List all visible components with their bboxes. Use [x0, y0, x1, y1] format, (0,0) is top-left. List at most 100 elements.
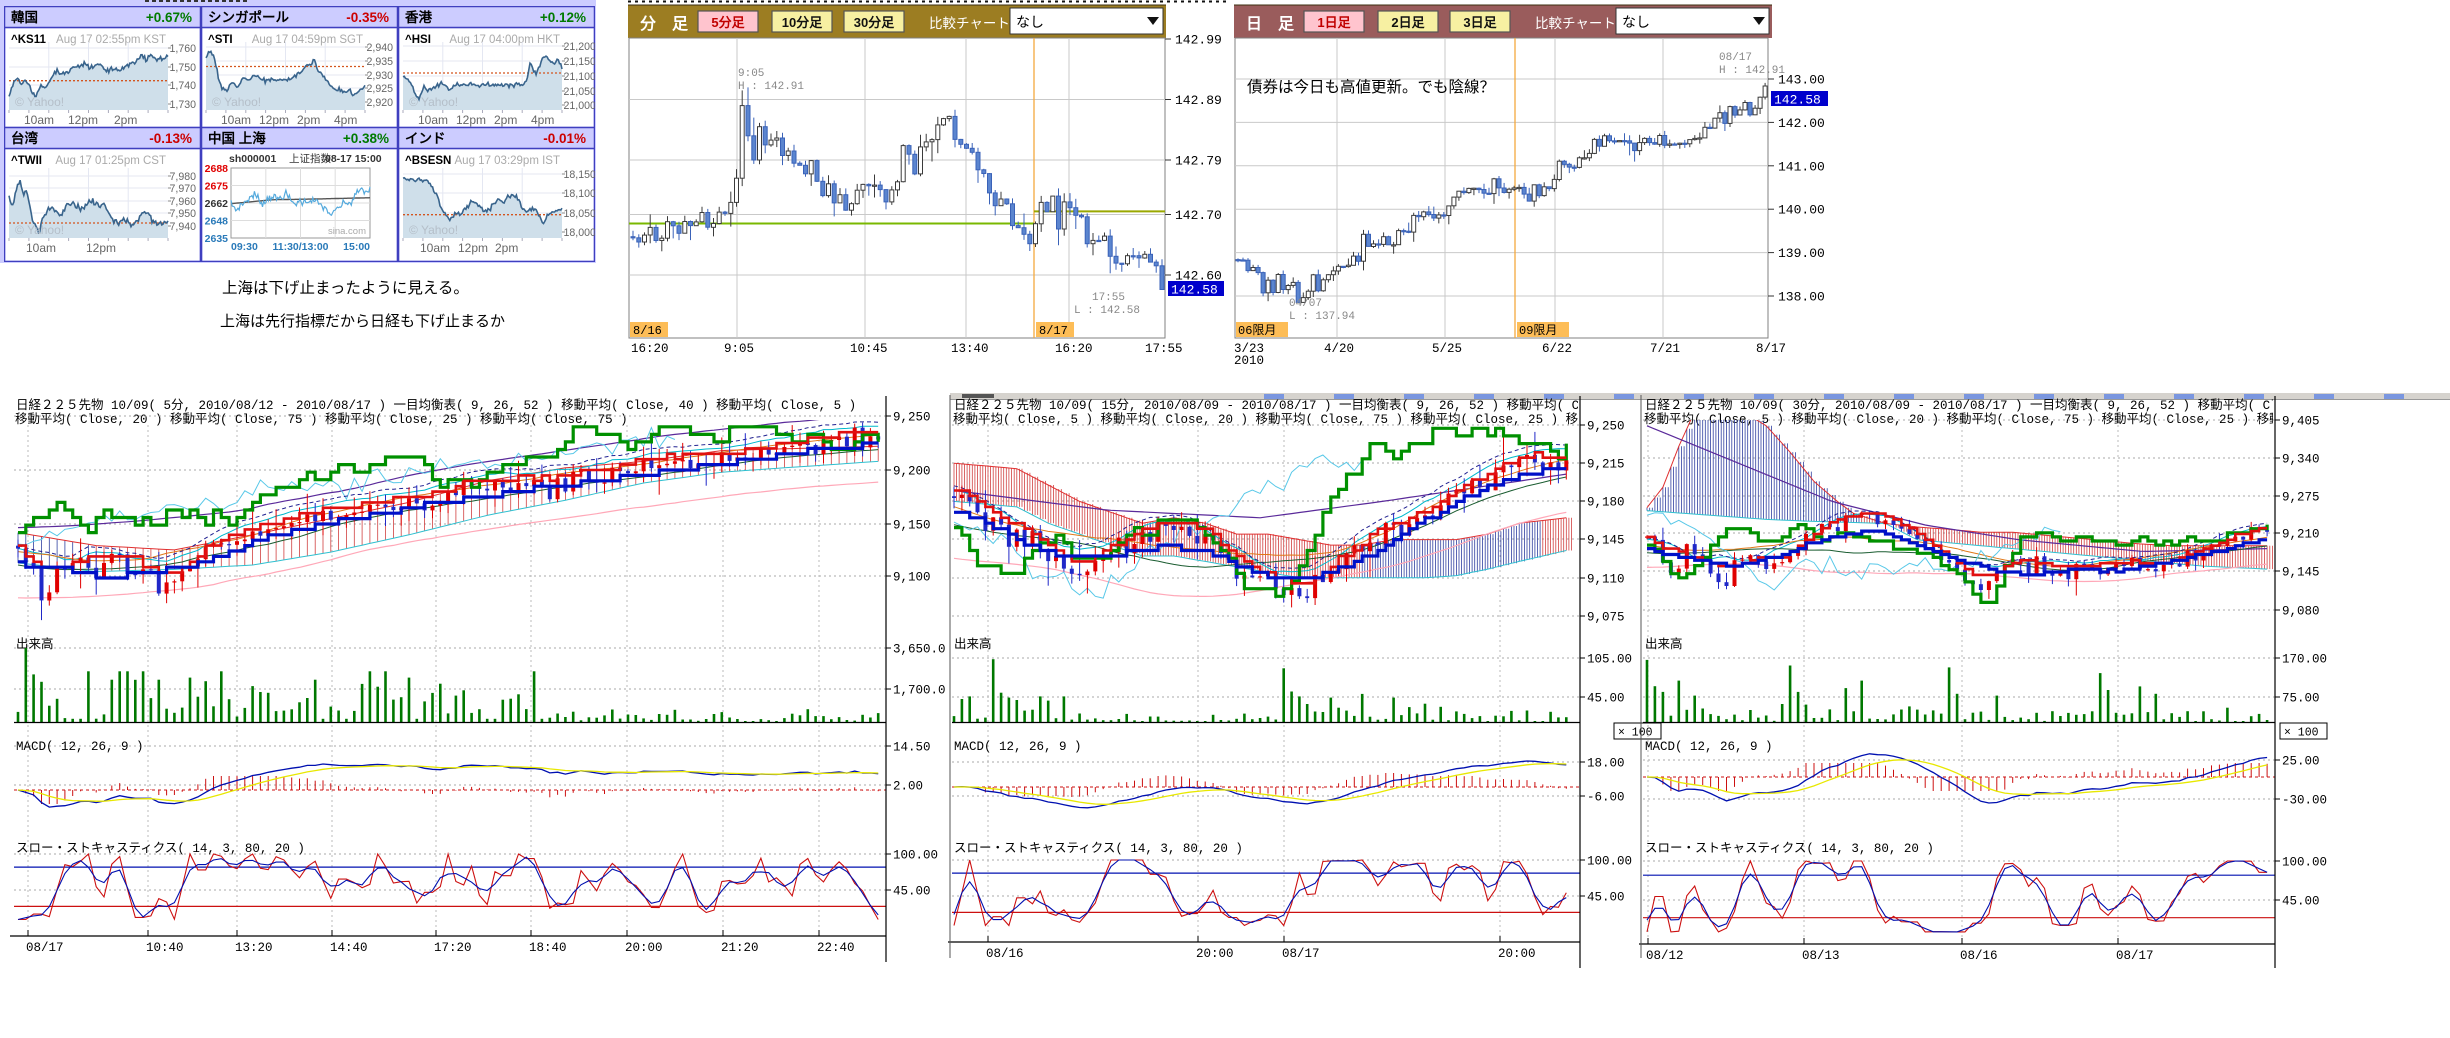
svg-text:日経２２５先物 10/09( 15分, 2010/08/09: 日経２２５先物 10/09( 15分, 2010/08/09 - 2010/08…: [954, 398, 1670, 413]
svg-text:2pm: 2pm: [297, 113, 320, 127]
svg-text:9,110: 9,110: [1587, 573, 1625, 587]
svg-text:+0.12%: +0.12%: [540, 10, 586, 25]
svg-text:2日足: 2日足: [1391, 15, 1425, 30]
svg-text:9,250: 9,250: [1587, 420, 1625, 434]
svg-text:債券は今日も高値更新。でも陰線？: 債券は今日も高値更新。でも陰線？: [1247, 78, 1495, 96]
svg-text:10am: 10am: [24, 113, 54, 127]
svg-text:21,050: 21,050: [564, 86, 596, 98]
svg-text:^HSI: ^HSI: [405, 34, 431, 46]
svg-text:142.00: 142.00: [1778, 116, 1825, 131]
svg-text:© Yahoo!: © Yahoo!: [409, 95, 458, 109]
svg-text:9,180: 9,180: [1587, 496, 1625, 510]
svg-text:105.00: 105.00: [1587, 653, 1632, 667]
svg-text:4pm: 4pm: [334, 113, 357, 127]
svg-text:10am: 10am: [221, 113, 251, 127]
svg-text:スロー・ストキャスティクス( 14, 3, 80, 20 ): スロー・ストキャスティクス( 14, 3, 80, 20 ): [954, 841, 1243, 856]
svg-text:9,210: 9,210: [2282, 528, 2320, 542]
svg-text:sh000001: sh000001: [229, 153, 276, 165]
svg-text:Aug 17 01:25pm CST: Aug 17 01:25pm CST: [55, 155, 166, 167]
svg-text:5/25: 5/25: [1432, 342, 1462, 356]
svg-text:100.00: 100.00: [893, 849, 938, 863]
svg-text:1,730: 1,730: [170, 99, 197, 111]
svg-text:2,935: 2,935: [367, 56, 394, 68]
svg-text:9,200: 9,200: [893, 465, 931, 479]
svg-text:日経２２５先物 10/09( 5分, 2010/08/12: 日経２２５先物 10/09( 5分, 2010/08/12 - 2010/08/…: [16, 398, 856, 413]
svg-text:移動平均( Close, 20 ) 移動平均( Clos: 移動平均( Close, 20 ) 移動平均( Close, 75 ) 移動平均…: [15, 412, 628, 427]
svg-text:08/12: 08/12: [1646, 949, 1684, 963]
svg-text:2.00: 2.00: [893, 780, 923, 794]
svg-text:142.58: 142.58: [1171, 283, 1218, 298]
svg-text:140.00: 140.00: [1778, 203, 1825, 218]
svg-text:20:00: 20:00: [1498, 947, 1536, 961]
svg-text:Aug 17 04:00pm HKT: Aug 17 04:00pm HKT: [449, 34, 560, 46]
svg-text:比較チャート: 比較チャート: [929, 16, 1010, 31]
svg-text:4/20: 4/20: [1324, 342, 1354, 356]
svg-text:3,650.0: 3,650.0: [893, 643, 945, 657]
svg-text:100.00: 100.00: [2282, 856, 2327, 870]
svg-text:2pm: 2pm: [114, 113, 137, 127]
svg-text:15:00: 15:00: [343, 241, 370, 253]
svg-text:比較チャート: 比較チャート: [1535, 16, 1616, 31]
svg-text:16:20: 16:20: [1055, 342, 1093, 356]
svg-text:10:45: 10:45: [850, 342, 888, 356]
svg-text:出来高: 出来高: [954, 636, 992, 652]
svg-text:9,080: 9,080: [2282, 605, 2320, 619]
svg-text:09限月: 09限月: [1519, 323, 1557, 338]
svg-text:16:20: 16:20: [631, 342, 669, 356]
svg-text:+0.67%: +0.67%: [146, 10, 192, 25]
svg-text:08/16: 08/16: [986, 947, 1024, 961]
svg-text:08/13: 08/13: [1802, 949, 1840, 963]
svg-text:-0.13%: -0.13%: [149, 131, 192, 146]
svg-text:13:20: 13:20: [235, 941, 273, 955]
svg-text:2675: 2675: [205, 181, 229, 193]
svg-text:1,750: 1,750: [170, 62, 197, 74]
svg-text:2648: 2648: [205, 216, 229, 228]
svg-text:-0.35%: -0.35%: [346, 10, 389, 25]
svg-text:21,000: 21,000: [564, 100, 596, 112]
svg-text:18:40: 18:40: [529, 941, 567, 955]
svg-text:© Yahoo!: © Yahoo!: [15, 223, 64, 237]
svg-text:MACD( 12, 26, 9 ): MACD( 12, 26, 9 ): [16, 740, 144, 754]
svg-text:17:55: 17:55: [1092, 292, 1125, 304]
svg-text:sina.com: sina.com: [328, 226, 366, 237]
svg-text:142.89: 142.89: [1175, 93, 1222, 108]
svg-text:13:40: 13:40: [951, 342, 989, 356]
svg-text:9,275: 9,275: [2282, 491, 2320, 505]
svg-text:11:30/13:00: 11:30/13:00: [272, 241, 328, 253]
svg-text:日 足: 日 足: [1246, 15, 1295, 33]
svg-text:7/21: 7/21: [1650, 342, 1680, 356]
svg-text:17:20: 17:20: [434, 941, 472, 955]
svg-text:21,200: 21,200: [564, 41, 596, 53]
svg-text:08/17: 08/17: [26, 941, 64, 955]
svg-text:9,150: 9,150: [893, 519, 931, 533]
svg-text:出来高: 出来高: [16, 636, 54, 652]
svg-text:× 100: × 100: [2284, 727, 2319, 740]
svg-text:9:05: 9:05: [724, 342, 754, 356]
svg-text:17:55: 17:55: [1145, 342, 1183, 356]
svg-text:9,100: 9,100: [893, 571, 931, 585]
svg-text:2688: 2688: [205, 163, 229, 175]
svg-text:6/22: 6/22: [1542, 342, 1572, 356]
svg-text:2010: 2010: [1234, 354, 1264, 368]
svg-text:7,950: 7,950: [170, 208, 197, 220]
svg-text:7,940: 7,940: [170, 221, 197, 233]
svg-text:04/07: 04/07: [1289, 298, 1322, 310]
svg-text:8/17: 8/17: [1039, 324, 1068, 338]
svg-text:3日足: 3日足: [1463, 15, 1497, 30]
svg-text:14.50: 14.50: [893, 741, 931, 755]
svg-text:Aug 17 02:55pm KST: Aug 17 02:55pm KST: [56, 34, 166, 46]
svg-text:中国 上海: 中国 上海: [208, 130, 266, 146]
svg-text:08/16: 08/16: [1960, 949, 1998, 963]
svg-text:MACD( 12, 26, 9 ): MACD( 12, 26, 9 ): [954, 740, 1082, 754]
svg-text:7,970: 7,970: [170, 183, 197, 195]
svg-text:インド: インド: [405, 131, 446, 146]
svg-text:18.00: 18.00: [1587, 757, 1625, 771]
svg-text:75.00: 75.00: [2282, 692, 2320, 706]
svg-text:18,150: 18,150: [564, 169, 596, 181]
svg-text:22:40: 22:40: [817, 941, 855, 955]
svg-text:-0.01%: -0.01%: [543, 131, 586, 146]
svg-text:5分足: 5分足: [711, 15, 745, 30]
svg-text:18,000: 18,000: [564, 227, 596, 239]
svg-text:1,740: 1,740: [170, 80, 197, 92]
svg-text:8/16: 8/16: [633, 324, 662, 338]
